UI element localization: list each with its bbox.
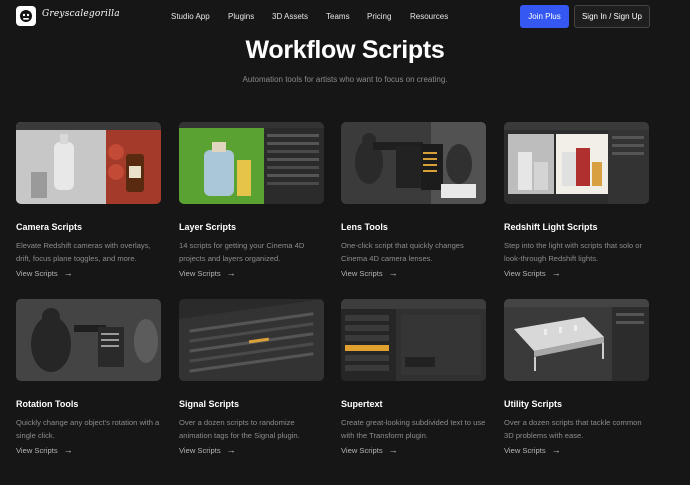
card-description: 14 scripts for getting your Cinema 4D pr… [179,241,305,263]
card-title: Utility Scripts [504,399,563,409]
view-scripts-link[interactable]: View Scripts → [16,445,73,455]
gorilla-logo-icon[interactable] [16,6,36,26]
lens-tools-thumbnail[interactable] [341,122,486,204]
card-signal-scripts: Signal Scripts Over a dozen scripts to r… [179,299,324,459]
card-supertext: Supertext Create great-looking subdivide… [341,299,486,459]
signal-scripts-thumbnail[interactable] [179,299,324,381]
rotation-tools-thumbnail[interactable] [16,299,161,381]
nav-link-plugins[interactable]: Plugins [228,12,254,21]
view-scripts-link[interactable]: View Scripts → [504,445,561,455]
view-scripts-label: View Scripts [341,445,383,455]
view-scripts-label: View Scripts [179,268,221,278]
top-nav: Greyscalegorilla Studio App Plugins 3D A… [0,0,690,34]
camera-scripts-thumbnail[interactable] [16,122,161,204]
layer-scripts-thumbnail[interactable] [179,122,324,204]
arrow-right-icon: → [388,268,398,278]
page-title: Workflow Scripts [245,36,445,64]
card-utility-scripts: Utility Scripts Over a dozen scripts tha… [504,299,649,459]
card-description: One-click script that quickly changes Ci… [341,241,464,263]
utility-scripts-thumbnail[interactable] [504,299,649,381]
card-description: Elevate Redshift cameras with overlays, … [16,241,151,263]
view-scripts-label: View Scripts [504,268,546,278]
view-scripts-label: View Scripts [179,445,221,455]
logo-text[interactable]: Greyscalegorilla [42,9,120,19]
nav-link-teams[interactable]: Teams [326,12,350,21]
card-description: Over a dozen scripts to randomize animat… [179,418,300,440]
view-scripts-link[interactable]: View Scripts → [341,445,398,455]
view-scripts-link[interactable]: View Scripts → [341,268,398,278]
card-description: Quickly change any object's rotation wit… [16,418,160,440]
arrow-right-icon: → [226,445,236,455]
view-scripts-label: View Scripts [16,445,58,455]
arrow-right-icon: → [63,268,73,278]
nav-link-resources[interactable]: Resources [410,12,448,21]
arrow-right-icon: → [63,445,73,455]
nav-link-3d-assets[interactable]: 3D Assets [272,12,308,21]
arrow-right-icon: → [388,445,398,455]
supertext-thumbnail[interactable] [341,299,486,381]
view-scripts-link[interactable]: View Scripts → [504,268,561,278]
redshift-light-scripts-thumbnail[interactable] [504,122,649,204]
view-scripts-link[interactable]: View Scripts → [179,268,236,278]
view-scripts-link[interactable]: View Scripts → [179,445,236,455]
card-description: Over a dozen scripts that tackle common … [504,418,642,440]
arrow-right-icon: → [551,268,561,278]
nav-link-pricing[interactable]: Pricing [367,12,391,21]
join-plus-button[interactable]: Join Plus [520,5,569,28]
arrow-right-icon: → [551,445,561,455]
card-title: Signal Scripts [179,399,240,409]
view-scripts-link[interactable]: View Scripts → [16,268,73,278]
nav-link-studio-app[interactable]: Studio App [171,12,210,21]
card-redshift-light-scripts: Redshift Light Scripts Step into the lig… [504,122,649,282]
card-title: Camera Scripts [16,222,83,232]
card-description: Create great-looking subdivided text to … [341,418,486,440]
arrow-right-icon: → [226,268,236,278]
page-subtitle: Automation tools for artists who want to… [242,75,448,84]
card-rotation-tools: Rotation Tools Quickly change any object… [16,299,161,459]
card-layer-scripts: Layer Scripts 14 scripts for getting you… [179,122,324,282]
card-title: Lens Tools [341,222,388,232]
view-scripts-label: View Scripts [341,268,383,278]
card-title: Layer Scripts [179,222,237,232]
card-description: Step into the light with scripts that so… [504,241,643,263]
view-scripts-label: View Scripts [504,445,546,455]
card-title: Rotation Tools [16,399,79,409]
card-lens-tools: Lens Tools One-click script that quickly… [341,122,486,282]
view-scripts-label: View Scripts [16,268,58,278]
card-title: Supertext [341,399,383,409]
card-camera-scripts: Camera Scripts Elevate Redshift cameras … [16,122,161,282]
sign-in-button[interactable]: Sign In / Sign Up [574,5,650,28]
card-title: Redshift Light Scripts [504,222,598,232]
